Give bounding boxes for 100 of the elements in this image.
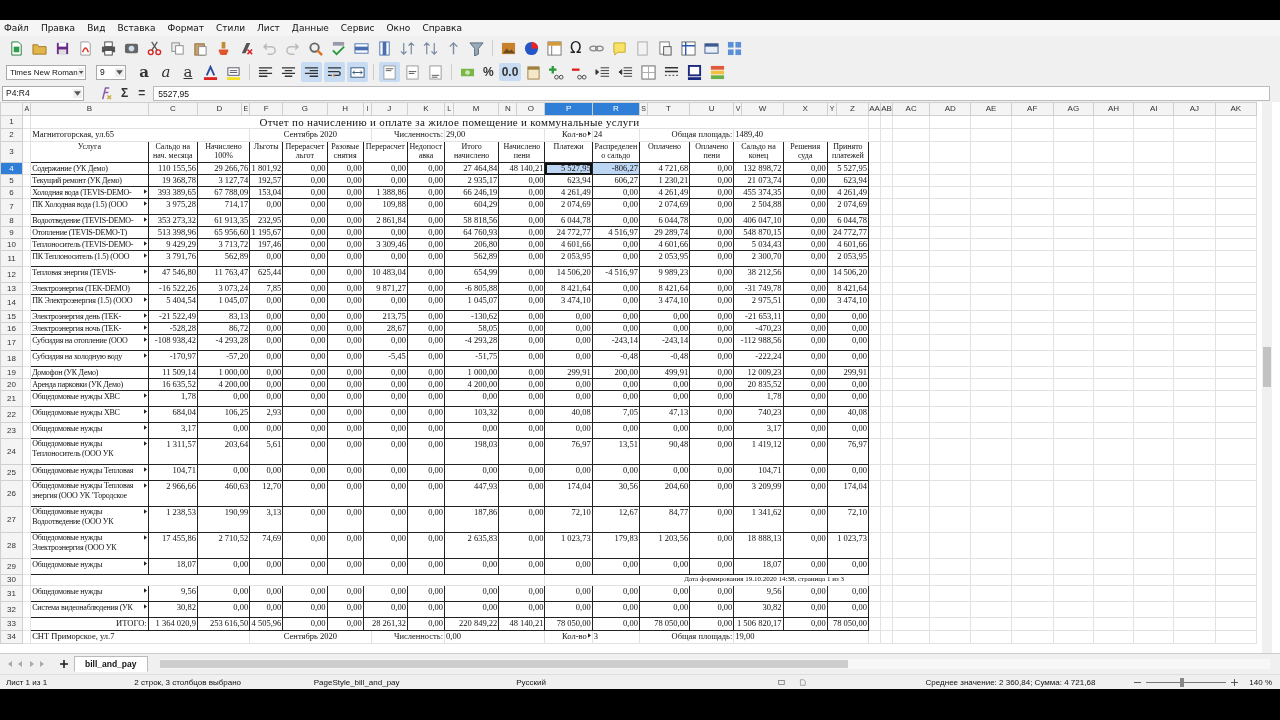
caret-icon[interactable] (115, 67, 124, 77)
wrap-text-icon[interactable] (327, 64, 342, 80)
grid-icon[interactable] (727, 40, 743, 56)
row-header[interactable]: 28 (0, 532, 23, 559)
print-area-icon[interactable] (658, 40, 674, 56)
column-header[interactable]: F (249, 102, 283, 116)
column-header[interactable]: B (30, 102, 149, 116)
number-format-button[interactable]: 0.0 (498, 63, 522, 81)
vertical-scrollbar[interactable] (1262, 102, 1272, 653)
merge-cells-icon[interactable] (350, 64, 365, 80)
add-decimal-icon[interactable] (549, 64, 565, 80)
add-sheet-icon[interactable] (60, 660, 68, 668)
align-right-icon[interactable] (304, 64, 319, 80)
menu-item[interactable]: Лист (257, 23, 286, 33)
image-icon[interactable] (501, 40, 516, 56)
number-format-button[interactable]: % (480, 63, 497, 81)
menu-item[interactable]: Справка (422, 23, 469, 33)
freeze-panes-icon[interactable] (681, 40, 697, 56)
column-header[interactable]: AH (1093, 102, 1134, 116)
menu-item[interactable]: Данные (291, 23, 335, 33)
font-size-field[interactable]: 9 (96, 64, 126, 80)
row-header[interactable]: 27 (0, 506, 23, 533)
menu-item[interactable]: Формат (167, 23, 211, 33)
menu-item[interactable]: Файл (4, 23, 35, 33)
align-top-icon[interactable] (382, 64, 397, 80)
formula-button[interactable]: = (136, 86, 148, 100)
menu-item[interactable]: Вид (87, 23, 112, 33)
increase-indent-icon[interactable] (595, 64, 611, 80)
align-left-icon[interactable] (258, 64, 273, 80)
menu-item[interactable]: Окно (386, 23, 417, 33)
name-box[interactable]: P4:R4 (2, 85, 84, 101)
column-header[interactable]: AE (970, 102, 1012, 116)
align-bottom-icon[interactable] (428, 64, 443, 80)
row-header[interactable]: 30 (0, 574, 23, 586)
decrease-indent-icon[interactable] (618, 64, 634, 80)
clear-format-icon[interactable] (239, 40, 254, 56)
column-header[interactable]: W (741, 102, 784, 116)
column-header[interactable]: G (282, 102, 327, 116)
date-icon[interactable] (526, 64, 542, 80)
spellcheck-icon[interactable] (331, 40, 346, 56)
column-header[interactable]: AG (1053, 102, 1094, 116)
column-header[interactable]: AF (1011, 102, 1054, 116)
chart-icon[interactable] (524, 40, 539, 56)
column-header[interactable]: AC (892, 102, 930, 116)
horizontal-scrollbar[interactable] (159, 659, 1270, 669)
column-header[interactable]: H (327, 102, 364, 116)
column-header[interactable]: AJ (1173, 102, 1215, 116)
new-document-icon[interactable] (9, 40, 24, 56)
border-color-icon[interactable] (687, 64, 703, 80)
column-header[interactable]: M (453, 102, 499, 116)
row-header[interactable]: 3 (0, 141, 23, 163)
align-middle-icon[interactable] (405, 64, 420, 80)
cut-icon[interactable] (147, 40, 162, 56)
sort-descending-icon[interactable] (423, 40, 438, 56)
row-header[interactable]: 26 (0, 480, 23, 507)
pdf-export-icon[interactable] (78, 40, 93, 56)
split-window-icon[interactable] (704, 40, 720, 56)
conditional-format-icon[interactable] (710, 64, 726, 80)
column-header[interactable]: AA (868, 102, 881, 116)
align-center-icon[interactable] (281, 64, 296, 80)
column-header[interactable]: J (371, 102, 408, 116)
text-style-button[interactable]: a (178, 63, 198, 81)
column-header[interactable]: AK (1215, 102, 1257, 116)
caret-icon[interactable] (77, 67, 84, 77)
row-header[interactable]: 2 (0, 128, 23, 142)
clone-format-icon[interactable] (216, 40, 231, 56)
borders-icon[interactable] (641, 64, 657, 80)
formula-button[interactable]: Σ (119, 86, 131, 100)
menu-item[interactable]: Стили (216, 23, 252, 33)
sort-ascending-icon[interactable] (400, 40, 415, 56)
column-header[interactable]: AD (929, 102, 971, 116)
highlight-icon[interactable] (226, 64, 241, 80)
column-header[interactable]: P (545, 102, 593, 116)
column-header[interactable]: AB (880, 102, 893, 116)
save-icon[interactable] (55, 40, 70, 56)
print-icon[interactable] (101, 40, 116, 56)
column-header[interactable]: U (689, 102, 734, 116)
column-header[interactable]: K (407, 102, 445, 116)
filter-icon[interactable] (469, 40, 484, 56)
font-color-icon[interactable] (203, 64, 218, 80)
columns-icon[interactable] (377, 40, 392, 56)
zoom-slider-thumb[interactable] (1180, 677, 1185, 687)
copy-icon[interactable] (170, 40, 185, 56)
formula-input[interactable]: 5527,95 (153, 85, 1270, 101)
menu-item[interactable]: Сервис (340, 23, 381, 33)
pivot-table-icon[interactable] (547, 40, 562, 56)
rows-icon[interactable] (354, 40, 369, 56)
column-header[interactable]: AI (1133, 102, 1174, 116)
column-header[interactable]: T (647, 102, 690, 116)
column-header[interactable]: Z (836, 102, 869, 116)
font-name-field[interactable]: Times New Roman (6, 64, 86, 80)
column-header[interactable]: C (148, 102, 198, 116)
column-header[interactable]: D (197, 102, 242, 116)
menu-item[interactable]: Правка (40, 23, 82, 33)
selection-mode-icon[interactable] (777, 677, 785, 687)
text-style-button[interactable]: a (134, 63, 154, 81)
column-header[interactable]: R (592, 102, 640, 116)
special-character-button[interactable]: Ω (567, 39, 585, 57)
menu-item[interactable]: Вставка (117, 23, 162, 33)
row-header[interactable]: 24 (0, 438, 23, 465)
